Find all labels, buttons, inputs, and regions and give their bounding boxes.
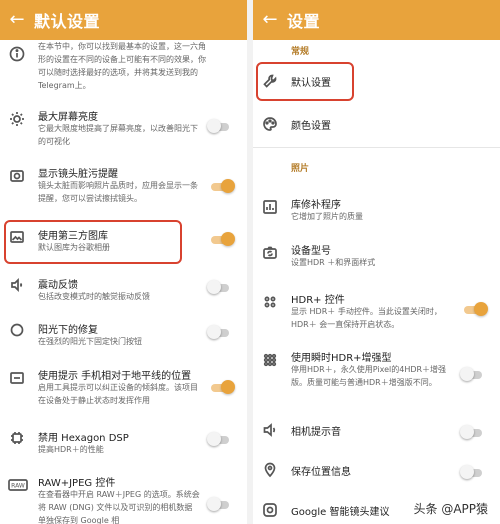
info-intro: 在本节中，你可以找到最基本的设置，这一六角形的设置在不同的设备上可能有不同的效果… [0,40,247,98]
section-general-header: 常规 [291,47,310,57]
menu-library-patch[interactable]: 库修补程序 它增加了照片的质量 [253,196,500,224]
vibration-toggle[interactable] [207,280,229,294]
setting-raw-jpeg[interactable]: RAW RAW+JPEG 控件 在查看器中开启 RAW＋JPEG 的选项。系统会… [0,474,247,524]
setting-title: 显示镜头脏污提醒 [38,169,118,180]
instant-hdr-toggle[interactable] [460,367,482,381]
setting-title: RAW+JPEG 控件 [38,478,116,489]
menu-title: 相机提示音 [291,427,341,438]
menu-subtitle: 它增加了照片的质量 [291,212,363,221]
setting-subtitle: 镜头太脏而影响照片品质时，应用会显示一条提醒，您可以尝试擦拭镜头。 [38,181,198,203]
lens-icon [8,167,26,185]
highlight-box [256,62,354,101]
menu-subtitle: 显示 HDR＋ 手动控件。当此设置关闭时，HDR＋ 会一直保持开启状态。 [291,307,442,329]
watermark-label: 头条 @APP猿 [409,499,492,518]
setting-title: 使用提示 手机相对于地平线的位置 [38,371,192,382]
location-pin-icon [261,461,279,479]
max-brightness-toggle[interactable] [207,119,229,133]
setting-max-brightness[interactable]: 最大屏幕亮度 它最大限度地提高了屏幕亮度，以改善阳光下的可视化 [0,108,247,150]
menu-title: 使用瞬时HDR+增强型 [291,353,392,364]
camera-switch-icon [261,244,279,262]
setting-subtitle: 在查看器中开启 RAW＋JPEG 的选项。系统会将 RAW (DNG) 文件以及… [38,490,200,524]
menu-instant-hdr-enhanced[interactable]: 使用瞬时HDR+增强型 停用HDR＋，永久使用Pixel的4HDR＋增强版。质量… [253,349,500,394]
setting-horizon-tip[interactable]: 使用提示 手机相对于地平线的位置 启用工具提示可以纠正设备的倾斜度。该项目在设备… [0,367,247,412]
chart-bar-icon [261,198,279,216]
right-screen: ← 设置 常规 默认设置 颜色设置 照片 库修补程序 它增加了照片的质量 设备型… [253,0,500,524]
svg-text:RAW: RAW [11,483,25,490]
lens-camera-icon [261,501,279,519]
setting-title: 禁用 Hexagon DSP [38,433,129,444]
menu-subtitle: 设置HDR ＋和界面样式 [291,258,376,267]
right-page-title: 设置 [287,12,321,31]
menu-title: 保存位置信息 [291,467,351,478]
menu-color-settings[interactable]: 颜色设置 [253,115,500,135]
vibration-icon [8,276,26,294]
circle-icon [8,321,26,339]
menu-title: 颜色设置 [291,121,331,132]
horizon-tip-toggle[interactable] [211,380,235,394]
third-party-gallery-toggle[interactable] [211,232,235,246]
brightness-icon [8,110,26,128]
left-screen: ← 默认设置 在本节中，你可以找到最基本的设置，这一六角形的设置在不同的设备上可… [0,0,247,524]
setting-lens-dirty-reminder[interactable]: 显示镜头脏污提醒 镜头太脏而影响照片品质时，应用会显示一条提醒，您可以尝试擦拭镜… [0,165,247,210]
menu-hdr-controls[interactable]: HDR+ 控件 显示 HDR＋ 手动控件。当此设置关闭时，HDR＋ 会一直保持开… [253,291,500,336]
save-location-toggle[interactable] [460,465,482,479]
camera-sound-toggle[interactable] [460,425,482,439]
left-page-title: 默认设置 [34,12,101,31]
section-photo-header: 照片 [291,164,310,174]
back-arrow-icon[interactable]: ← [0,0,34,40]
hdr-grid-icon [261,351,279,369]
menu-title: 库修补程序 [291,200,341,211]
left-app-bar: ← 默认设置 [0,0,247,40]
sunlight-fix-toggle[interactable] [207,325,229,339]
setting-sunlight-fix[interactable]: 阳光下的修复 在强烈的阳光下固定快门按钮 [0,321,247,349]
menu-device-model[interactable]: 设备型号 设置HDR ＋和界面样式 [253,242,500,270]
setting-subtitle: 它最大限度地提高了屏幕亮度，以改善阳光下的可视化 [38,124,198,146]
raw-jpeg-toggle[interactable] [207,497,229,511]
setting-title: 震动反馈 [38,280,78,291]
palette-icon [261,115,279,133]
menu-subtitle: 停用HDR＋，永久使用Pixel的4HDR＋增强版。质量可能与普通HDR＋增强版… [291,365,447,387]
setting-subtitle: 在强烈的阳光下固定快门按钮 [38,337,142,346]
speaker-icon [261,421,279,439]
lens-dirty-toggle[interactable] [211,179,235,193]
setting-title: 阳光下的修复 [38,325,98,336]
level-icon [8,369,26,387]
menu-title: 设备型号 [291,246,331,257]
menu-title: Google 智能镜头建议 [291,507,390,518]
setting-subtitle: 包括改变模式时的触觉振动反馈 [38,292,150,301]
section-divider [253,147,500,148]
right-app-bar: ← 设置 [253,0,500,40]
setting-title: 最大屏幕亮度 [38,112,98,123]
menu-title: HDR+ 控件 [291,295,345,306]
setting-subtitle: 提高HDR＋的性能 [38,445,104,454]
hexagon-dsp-toggle[interactable] [207,432,229,446]
highlight-box [4,220,182,264]
setting-vibration-feedback[interactable]: 震动反馈 包括改变模式时的触觉振动反馈 [0,276,247,304]
info-icon [8,45,26,63]
menu-camera-sound[interactable]: 相机提示音 [253,421,500,441]
hdr-dots-icon [261,293,279,311]
intro-text: 在本节中，你可以找到最基本的设置，这一六角形的设置在不同的设备上可能有不同的效果… [38,42,206,90]
raw-icon: RAW [8,476,28,494]
setting-disable-hexagon-dsp[interactable]: 禁用 Hexagon DSP 提高HDR＋的性能 [0,429,247,457]
hdr-controls-toggle[interactable] [464,302,488,316]
menu-save-location[interactable]: 保存位置信息 [253,461,500,481]
back-arrow-icon[interactable]: ← [253,0,287,40]
setting-subtitle: 启用工具提示可以纠正设备的倾斜度。该项目在设备处于静止状态时发挥作用 [38,383,198,405]
chip-icon [8,429,26,447]
